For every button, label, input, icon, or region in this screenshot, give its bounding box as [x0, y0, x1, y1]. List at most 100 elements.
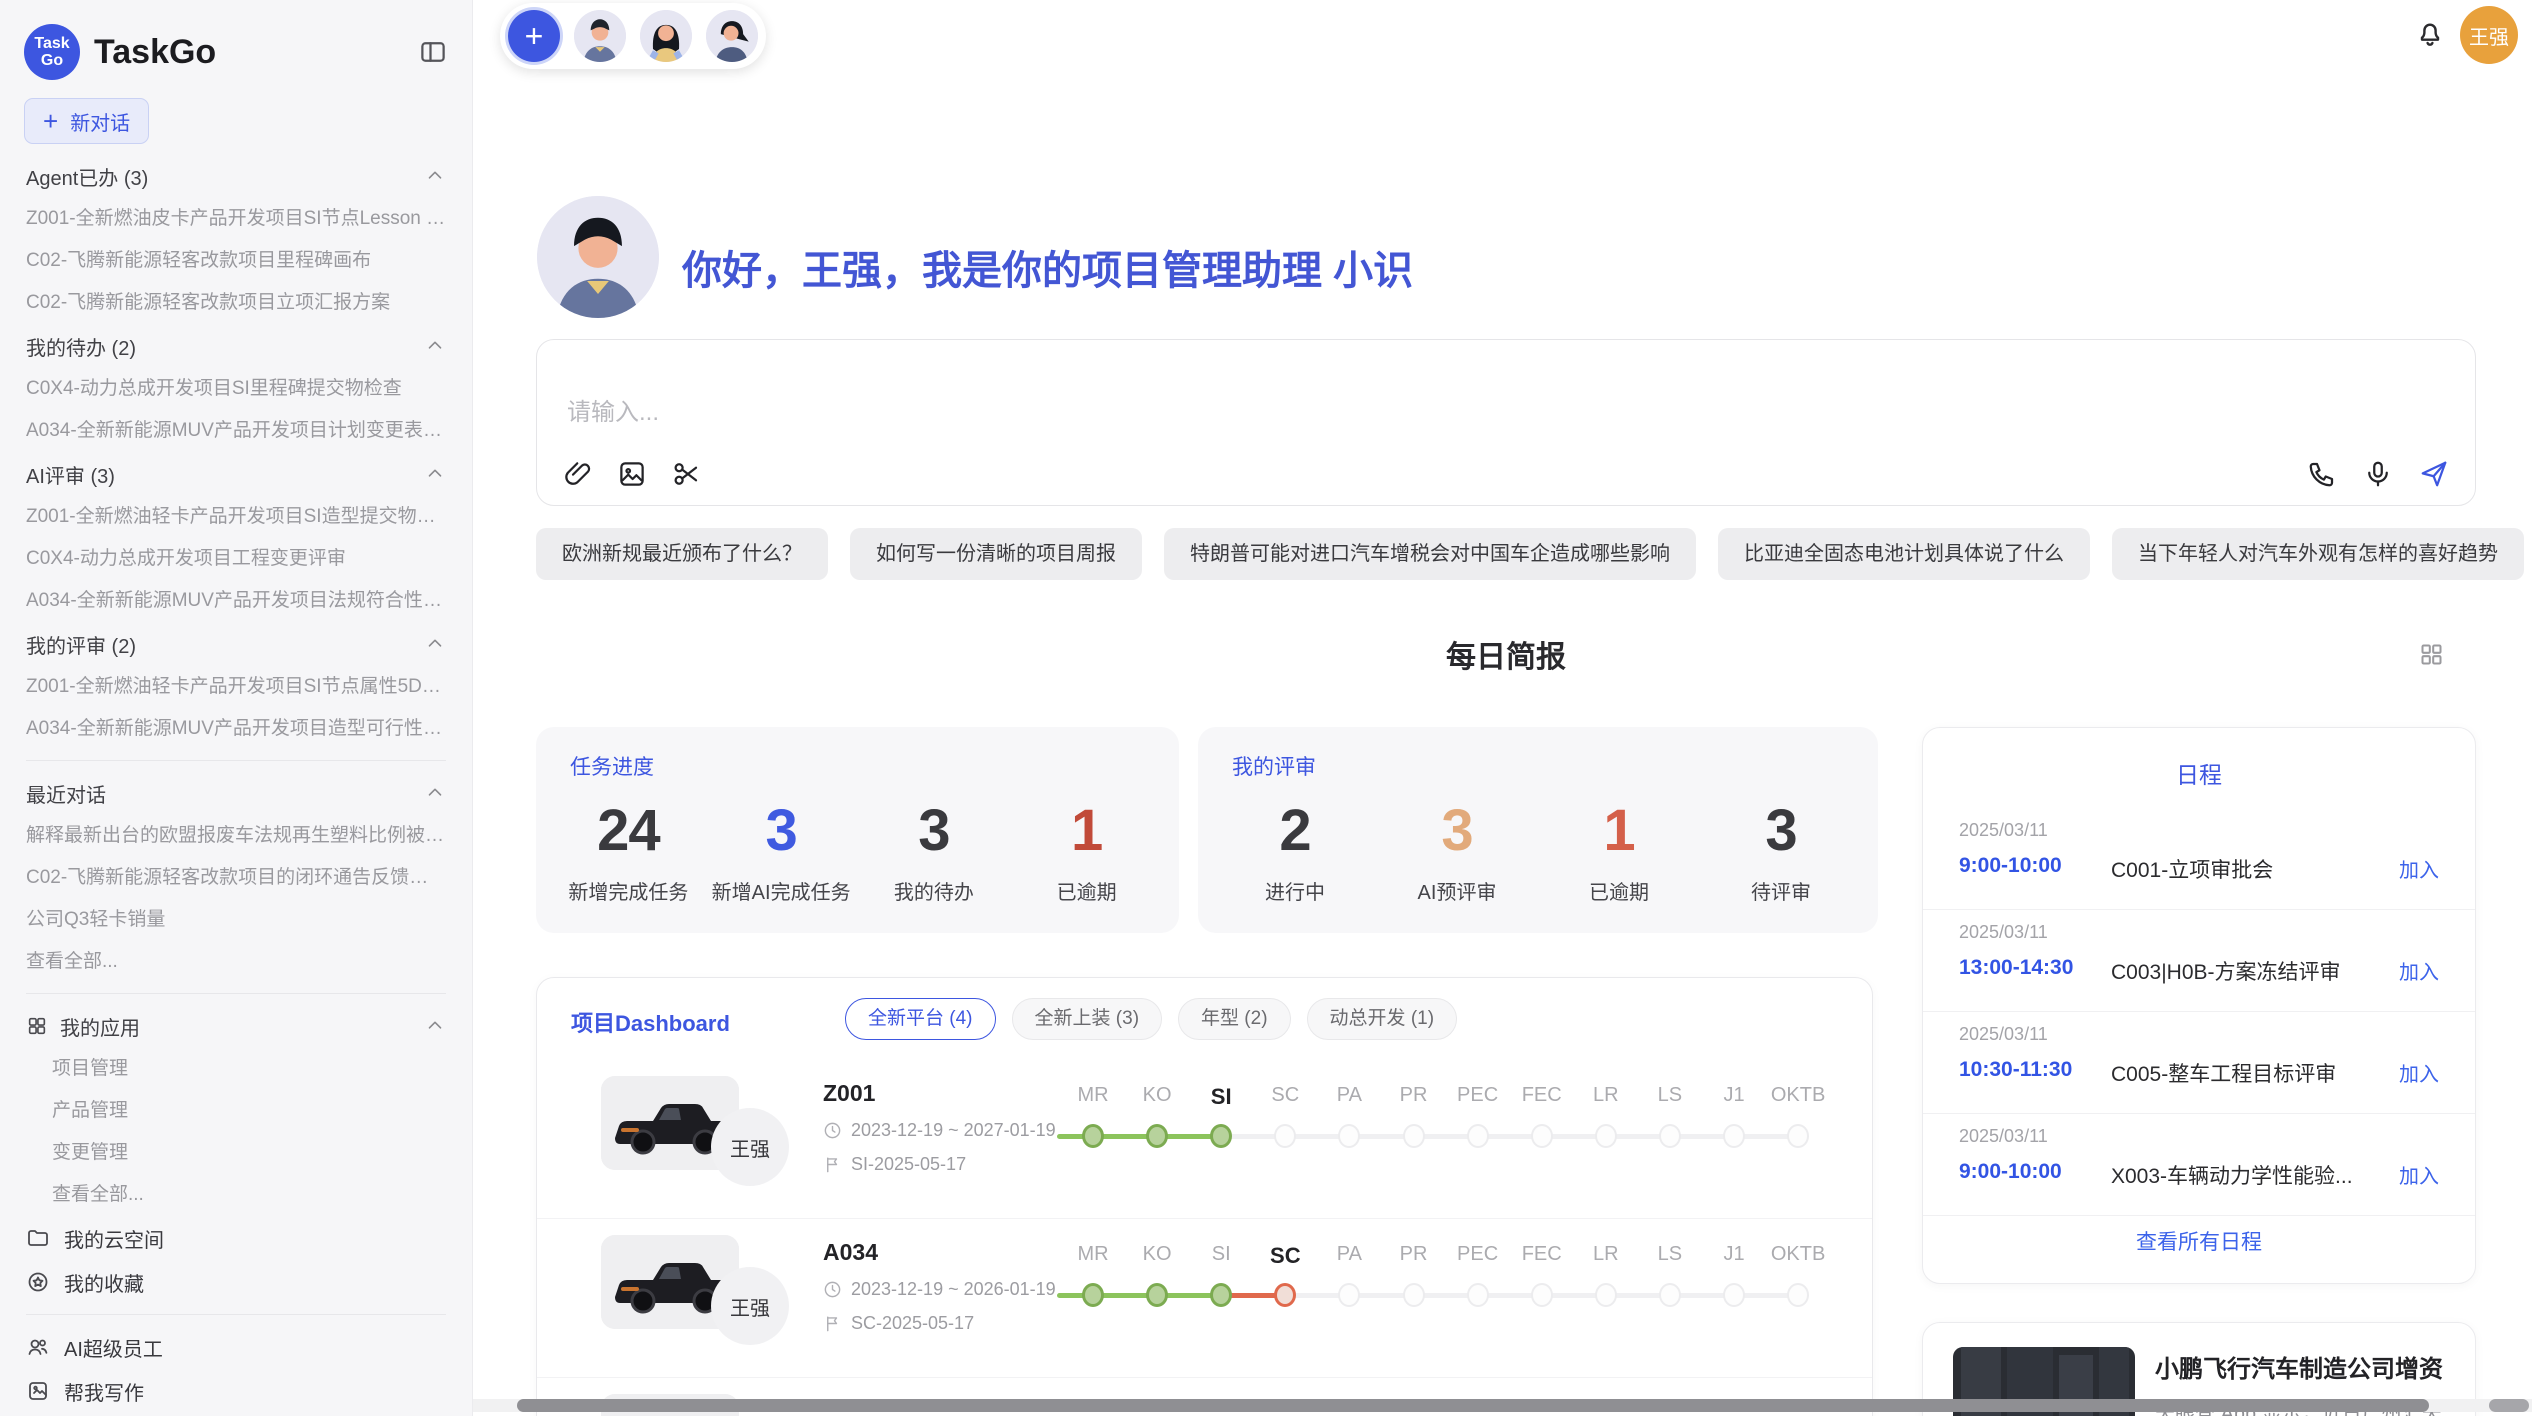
sidebar-item[interactable]: Z001-全新燃油轻卡产品开发项目SI造型提交物评审 — [26, 496, 446, 538]
stat-value: 1 — [1071, 797, 1102, 864]
join-meeting-link[interactable]: 加入 — [2399, 1160, 2439, 1189]
sidebar-section-header[interactable]: 我的应用 — [26, 1004, 446, 1048]
milestone-label: J1 — [1723, 1084, 1744, 1107]
sidebar-item[interactable]: A034-全新新能源MUV产品开发项目法规符合性评审 — [26, 580, 446, 622]
sidebar-item[interactable]: C0X4-动力总成开发项目工程变更评审 — [26, 538, 446, 580]
chat-composer — [536, 339, 2476, 506]
milestone-label: SC — [1271, 1084, 1299, 1107]
sidebar-header: Task Go TaskGo — [24, 22, 448, 82]
sidebar-item-帮我写作[interactable]: 帮我写作 — [26, 1369, 446, 1413]
project-next-milestone: SC-2025-05-17 — [851, 1313, 974, 1334]
sidebar-item[interactable]: Z001-全新燃油皮卡产品开发项目SI节点Lesson Learn报告 — [26, 198, 446, 240]
agent-avatar[interactable] — [640, 10, 692, 62]
sidebar-item[interactable]: 查看全部... — [26, 1174, 446, 1216]
milestone-node — [1787, 1283, 1809, 1307]
sidebar-item[interactable]: A034-全新新能源MUV产品开发项目造型可行性评审 — [26, 708, 446, 750]
suggestion-chip[interactable]: 欧洲新规最近颁布了什么？ — [536, 528, 828, 580]
agent-avatar[interactable] — [706, 10, 758, 62]
project-dashboard-card: 项目Dashboard 全新平台 (4)全新上装 (3)年型 (2)动总开发 (… — [536, 977, 1873, 1416]
join-meeting-link[interactable]: 加入 — [2399, 956, 2439, 985]
voice-call-icon[interactable] — [2307, 459, 2337, 489]
new-chat-button[interactable]: + 新对话 — [24, 98, 149, 144]
dashboard-filter-chip[interactable]: 动总开发 (1) — [1307, 998, 1458, 1040]
dashboard-filter-chip[interactable]: 全新平台 (4) — [845, 998, 996, 1040]
sidebar-item[interactable]: Z001-全新燃油轻卡产品开发项目SI节点属性5D文件评审 — [26, 666, 446, 708]
divider — [26, 760, 446, 761]
screenshot-scissors-icon[interactable] — [671, 459, 701, 489]
assistant-avatar — [537, 196, 659, 318]
sidebar-section-header[interactable]: 我的评审 (2) — [26, 622, 446, 666]
agent-avatar[interactable] — [574, 10, 626, 62]
dashboard-filter-chip[interactable]: 年型 (2) — [1178, 998, 1291, 1040]
sidebar-section-header[interactable]: AI评审 (3) — [26, 452, 446, 496]
milestone-node — [1467, 1124, 1489, 1148]
sidebar-section-header-left: 最近对话 — [26, 779, 424, 808]
milestone-node — [1274, 1124, 1296, 1148]
milestone-label: FEC — [1522, 1243, 1562, 1266]
sidebar-item[interactable]: 产品管理 — [26, 1090, 446, 1132]
send-icon[interactable] — [2419, 459, 2449, 489]
daily-stat-card: 任务进度24新增完成任务3新增AI完成任务3我的待办1已逾期 — [536, 727, 1179, 933]
suggestion-chip[interactable]: 当下年轻人对汽车外观有怎样的喜好趋势 — [2112, 528, 2524, 580]
suggestion-chip[interactable]: 比亚迪全固态电池计划具体说了什么 — [1718, 528, 2090, 580]
sidebar-item[interactable]: 公司Q3轻卡销量 — [26, 899, 446, 941]
project-next-milestone: SI-2025-05-17 — [851, 1154, 966, 1175]
microphone-icon[interactable] — [2363, 459, 2393, 489]
chevron-up-icon — [424, 335, 446, 357]
attach-file-icon[interactable] — [563, 459, 593, 489]
milestone-node — [1210, 1283, 1232, 1307]
chat-input[interactable] — [565, 398, 1969, 428]
user-avatar[interactable]: 王强 — [2460, 6, 2518, 64]
ai-staff-icon — [26, 1335, 50, 1359]
milestone-node — [1787, 1124, 1809, 1148]
milestone-node — [1338, 1283, 1360, 1307]
schedule-date: 2025/03/11 — [1959, 922, 2048, 943]
sidebar-section-header[interactable]: 我的待办 (2) — [26, 324, 446, 368]
greeting-text: 你好，王强，我是你的项目管理助理 小识 — [682, 238, 1413, 296]
horizontal-scrollbar-track[interactable] — [473, 1399, 2532, 1412]
milestone-label: MR — [1077, 1084, 1108, 1107]
sidebar-item[interactable]: C02-飞腾新能源轻客改款项目的闭环通告反馈情况 — [26, 857, 446, 899]
stat-column: 1已逾期 — [1538, 783, 1700, 919]
milestone-node — [1531, 1283, 1553, 1307]
suggestion-chip[interactable]: 如何写一份清晰的项目周报 — [850, 528, 1142, 580]
project-row[interactable]: 王强Z0012023-12-19 ~ 2027-01-19SI-2025-05-… — [537, 1060, 1872, 1218]
sidebar-item-AI超级员工[interactable]: AI超级员工 — [26, 1325, 446, 1369]
sidebar-item[interactable]: 解释最新出台的欧盟报废车法规再生塑料比例被调至15%... — [26, 815, 446, 857]
milestone-label: PA — [1337, 1084, 1362, 1107]
project-row[interactable]: 王强A0342023-12-19 ~ 2026-01-19SC-2025-05-… — [537, 1218, 1872, 1377]
stat-column: 24新增完成任务 — [552, 783, 705, 919]
sidebar-item[interactable]: 项目管理 — [26, 1048, 446, 1090]
join-meeting-link[interactable]: 加入 — [2399, 1058, 2439, 1087]
schedule-title: 日程 — [1923, 756, 2475, 790]
sidebar-section-header[interactable]: Agent已办 (3) — [26, 154, 446, 198]
schedule-item-inner: 2025/03/119:00-10:00C001-立项审批会加入 — [1959, 808, 2439, 909]
horizontal-scrollbar-thumb[interactable] — [517, 1399, 2429, 1412]
sidebar-item[interactable]: A034-全新新能源MUV产品开发项目计划变更表编写 — [26, 410, 446, 452]
sidebar-item[interactable]: 查看全部... — [26, 941, 446, 983]
sidebar-item[interactable]: C02-飞腾新能源轻客改款项目立项汇报方案 — [26, 282, 446, 324]
sidebar-item-label: 我的云空间 — [64, 1224, 164, 1253]
join-meeting-link[interactable]: 加入 — [2399, 854, 2439, 883]
layout-grid-icon[interactable] — [2418, 641, 2445, 668]
stat-column: 3待评审 — [1700, 783, 1862, 919]
dashboard-filter-chip[interactable]: 全新上装 (3) — [1012, 998, 1163, 1040]
sidebar-item[interactable]: C0X4-动力总成开发项目SI里程碑提交物检查 — [26, 368, 446, 410]
sidebar-section-header[interactable]: 最近对话 — [26, 771, 446, 815]
view-all-schedule-link[interactable]: 查看所有日程 — [1923, 1226, 2475, 1256]
sidebar-item[interactable]: C02-飞腾新能源轻客改款项目里程碑画布 — [26, 240, 446, 282]
milestone-label: MR — [1077, 1243, 1108, 1266]
milestone-node — [1082, 1283, 1104, 1307]
suggestion-chip[interactable]: 特朗普可能对进口汽车增税会对中国车企造成哪些影响 — [1164, 528, 1696, 580]
notifications-bell-icon[interactable] — [2414, 17, 2446, 49]
sidebar-collapse-icon[interactable] — [418, 37, 448, 67]
sidebar-item-我的收藏[interactable]: 我的收藏 — [26, 1260, 446, 1304]
sidebar-item-我的云空间[interactable]: 我的云空间 — [26, 1216, 446, 1260]
divider — [26, 993, 446, 994]
horizontal-scrollbar-thumb-right[interactable] — [2489, 1399, 2529, 1412]
add-agent-button[interactable]: + — [508, 10, 560, 62]
stat-column: 3新增AI完成任务 — [705, 783, 858, 919]
stat-label: AI预评审 — [1418, 876, 1497, 905]
sidebar-item[interactable]: 变更管理 — [26, 1132, 446, 1174]
image-upload-icon[interactable] — [617, 459, 647, 489]
